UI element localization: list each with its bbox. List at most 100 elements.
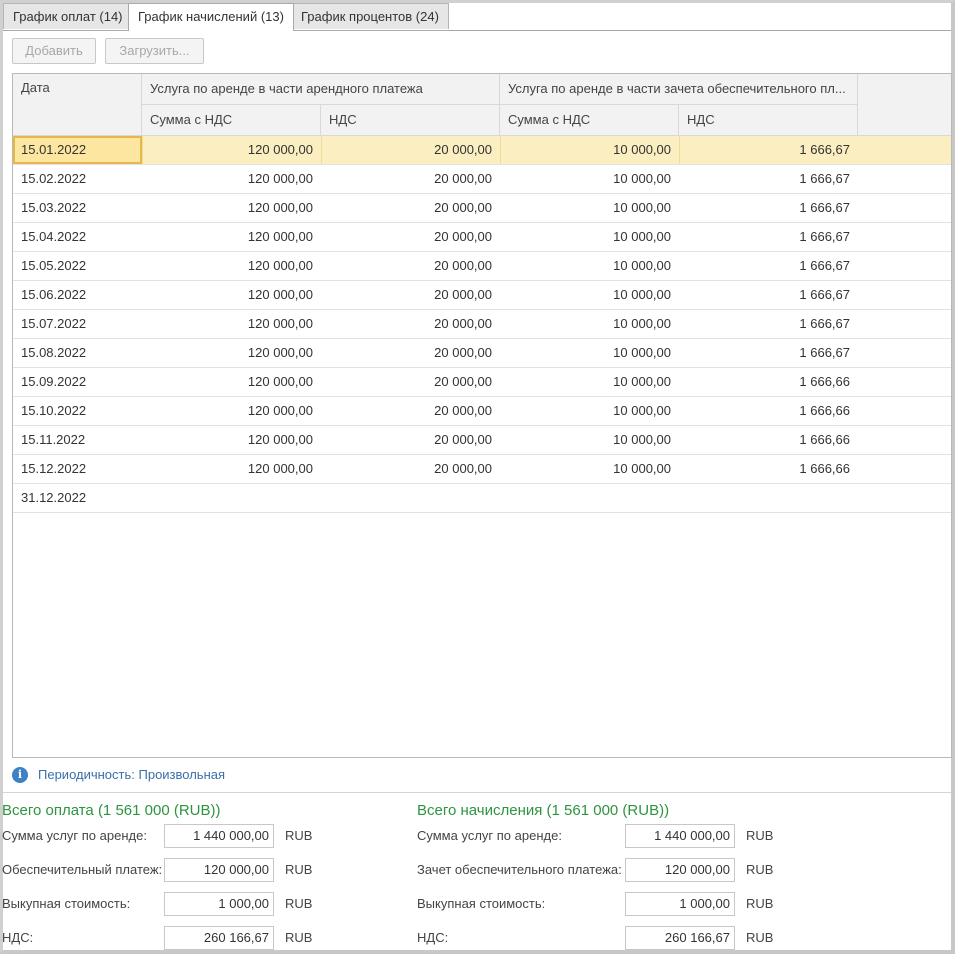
- cell-rent-vat[interactable]: 20 000,00: [321, 397, 500, 425]
- cell-rent-vat[interactable]: 20 000,00: [321, 426, 500, 454]
- cell-rent-sum-vat[interactable]: 120 000,00: [142, 426, 321, 454]
- table-row[interactable]: 15.03.2022 120 000,00 20 000,00 10 000,00 1 …: [13, 194, 951, 223]
- cell-rent-vat[interactable]: 20 000,00: [321, 252, 500, 280]
- accrual-table[interactable]: Дата Услуга по аренде в части арендного …: [12, 73, 952, 758]
- cell-date[interactable]: 15.10.2022: [13, 397, 142, 425]
- cell-offset-vat[interactable]: 1 666,67: [679, 252, 858, 280]
- cell-date[interactable]: 15.01.2022: [13, 136, 142, 164]
- column-header-sum-vat-1[interactable]: Сумма с НДС: [142, 105, 321, 136]
- payments-field-value[interactable]: 260 166,67: [164, 926, 274, 950]
- table-row[interactable]: 15.11.2022 120 000,00 20 000,00 10 000,00 1 …: [13, 426, 951, 455]
- cell-offset-sum-vat[interactable]: 10 000,00: [500, 223, 679, 251]
- accruals-field-value[interactable]: 120 000,00: [625, 858, 735, 882]
- column-header-vat-2[interactable]: НДС: [679, 105, 858, 136]
- cell-rent-sum-vat[interactable]: 120 000,00: [142, 165, 321, 193]
- cell-date[interactable]: 15.07.2022: [13, 310, 142, 338]
- cell-rent-sum-vat[interactable]: 120 000,00: [142, 455, 321, 483]
- cell-date[interactable]: 15.06.2022: [13, 281, 142, 309]
- cell-rent-vat[interactable]: 20 000,00: [321, 223, 500, 251]
- column-group-rent-payment[interactable]: Услуга по аренде в части арендного плате…: [142, 74, 500, 105]
- cell-offset-sum-vat[interactable]: 10 000,00: [500, 252, 679, 280]
- periodicity-link[interactable]: Периодичность: Произвольная: [38, 767, 225, 783]
- cell-rent-vat[interactable]: [321, 484, 500, 512]
- cell-rent-sum-vat[interactable]: 120 000,00: [142, 223, 321, 251]
- cell-offset-vat[interactable]: 1 666,67: [679, 194, 858, 222]
- payments-field-value[interactable]: 1 440 000,00: [164, 824, 274, 848]
- cell-rent-vat[interactable]: 20 000,00: [321, 310, 500, 338]
- cell-offset-vat[interactable]: 1 666,67: [679, 339, 858, 367]
- cell-offset-vat[interactable]: 1 666,66: [679, 455, 858, 483]
- cell-offset-sum-vat[interactable]: 10 000,00: [500, 397, 679, 425]
- cell-rent-sum-vat[interactable]: 120 000,00: [142, 252, 321, 280]
- cell-offset-vat[interactable]: 1 666,67: [679, 223, 858, 251]
- column-header-vat-1[interactable]: НДС: [321, 105, 500, 136]
- cell-rent-vat[interactable]: 20 000,00: [321, 281, 500, 309]
- cell-rent-vat[interactable]: 20 000,00: [321, 165, 500, 193]
- cell-offset-vat[interactable]: 1 666,67: [679, 165, 858, 193]
- column-group-security-offset[interactable]: Услуга по аренде в части зачета обеспечи…: [500, 74, 858, 105]
- add-button[interactable]: Добавить: [12, 38, 96, 64]
- table-row[interactable]: 15.07.2022 120 000,00 20 000,00 10 000,00 1 …: [13, 310, 951, 339]
- table-row[interactable]: 15.09.2022 120 000,00 20 000,00 10 000,00 1 …: [13, 368, 951, 397]
- load-button[interactable]: Загрузить...: [105, 38, 204, 64]
- cell-offset-vat[interactable]: 1 666,66: [679, 426, 858, 454]
- table-row[interactable]: 15.02.2022 120 000,00 20 000,00 10 000,00 1 …: [13, 165, 951, 194]
- cell-offset-vat[interactable]: 1 666,67: [679, 310, 858, 338]
- tab-payment-schedule[interactable]: График оплат (14): [3, 3, 133, 29]
- cell-rent-sum-vat[interactable]: [142, 484, 321, 512]
- cell-offset-vat[interactable]: 1 666,66: [679, 368, 858, 396]
- table-row[interactable]: 15.04.2022 120 000,00 20 000,00 10 000,00 1 …: [13, 223, 951, 252]
- cell-date[interactable]: 15.11.2022: [13, 426, 142, 454]
- cell-date[interactable]: 15.04.2022: [13, 223, 142, 251]
- cell-rent-sum-vat[interactable]: 120 000,00: [142, 368, 321, 396]
- cell-date[interactable]: 31.12.2022: [13, 484, 142, 512]
- cell-date[interactable]: 15.02.2022: [13, 165, 142, 193]
- table-row[interactable]: 15.06.2022 120 000,00 20 000,00 10 000,00 1 …: [13, 281, 951, 310]
- tab-interest-schedule[interactable]: График процентов (24): [291, 3, 449, 29]
- cell-rent-vat[interactable]: 20 000,00: [321, 455, 500, 483]
- cell-date[interactable]: 15.03.2022: [13, 194, 142, 222]
- cell-offset-sum-vat[interactable]: 10 000,00: [500, 455, 679, 483]
- cell-offset-sum-vat[interactable]: 10 000,00: [500, 281, 679, 309]
- cell-offset-vat[interactable]: 1 666,67: [679, 281, 858, 309]
- cell-rent-vat[interactable]: 20 000,00: [321, 136, 500, 164]
- cell-rent-vat[interactable]: 20 000,00: [321, 339, 500, 367]
- cell-date[interactable]: 15.08.2022: [13, 339, 142, 367]
- payments-field-value[interactable]: 120 000,00: [164, 858, 274, 882]
- cell-rent-sum-vat[interactable]: 120 000,00: [142, 281, 321, 309]
- table-row[interactable]: 15.08.2022 120 000,00 20 000,00 10 000,00 1 …: [13, 339, 951, 368]
- accruals-field-value[interactable]: 260 166,67: [625, 926, 735, 950]
- table-row[interactable]: 31.12.2022: [13, 484, 951, 513]
- cell-rent-vat[interactable]: 20 000,00: [321, 194, 500, 222]
- cell-offset-sum-vat[interactable]: [500, 484, 679, 512]
- cell-date[interactable]: 15.12.2022: [13, 455, 142, 483]
- cell-rent-sum-vat[interactable]: 120 000,00: [142, 136, 321, 164]
- cell-offset-vat[interactable]: [679, 484, 858, 512]
- cell-offset-vat[interactable]: 1 666,67: [679, 136, 858, 164]
- accruals-field-value[interactable]: 1 440 000,00: [625, 824, 735, 848]
- cell-offset-sum-vat[interactable]: 10 000,00: [500, 368, 679, 396]
- cell-rent-sum-vat[interactable]: 120 000,00: [142, 310, 321, 338]
- tab-accrual-schedule[interactable]: График начислений (13): [128, 3, 294, 31]
- table-row[interactable]: 15.10.2022 120 000,00 20 000,00 10 000,00 1 …: [13, 397, 951, 426]
- cell-offset-vat[interactable]: 1 666,66: [679, 397, 858, 425]
- cell-offset-sum-vat[interactable]: 10 000,00: [500, 310, 679, 338]
- cell-offset-sum-vat[interactable]: 10 000,00: [500, 165, 679, 193]
- cell-rent-sum-vat[interactable]: 120 000,00: [142, 339, 321, 367]
- cell-rent-sum-vat[interactable]: 120 000,00: [142, 397, 321, 425]
- table-row[interactable]: 15.05.2022 120 000,00 20 000,00 10 000,00 1 …: [13, 252, 951, 281]
- cell-date[interactable]: 15.05.2022: [13, 252, 142, 280]
- cell-offset-sum-vat[interactable]: 10 000,00: [500, 426, 679, 454]
- cell-offset-sum-vat[interactable]: 10 000,00: [500, 339, 679, 367]
- cell-offset-sum-vat[interactable]: 10 000,00: [500, 136, 679, 164]
- cell-rent-vat[interactable]: 20 000,00: [321, 368, 500, 396]
- table-row[interactable]: 15.12.2022 120 000,00 20 000,00 10 000,00 1 …: [13, 455, 951, 484]
- column-header-date[interactable]: Дата: [13, 74, 142, 136]
- cell-date[interactable]: 15.09.2022: [13, 368, 142, 396]
- accruals-field-value[interactable]: 1 000,00: [625, 892, 735, 916]
- column-header-sum-vat-2[interactable]: Сумма с НДС: [500, 105, 679, 136]
- payments-field-value[interactable]: 1 000,00: [164, 892, 274, 916]
- table-row[interactable]: 15.01.2022 120 000,00 20 000,00 10 000,00 1 …: [13, 136, 951, 165]
- cell-rent-sum-vat[interactable]: 120 000,00: [142, 194, 321, 222]
- cell-offset-sum-vat[interactable]: 10 000,00: [500, 194, 679, 222]
